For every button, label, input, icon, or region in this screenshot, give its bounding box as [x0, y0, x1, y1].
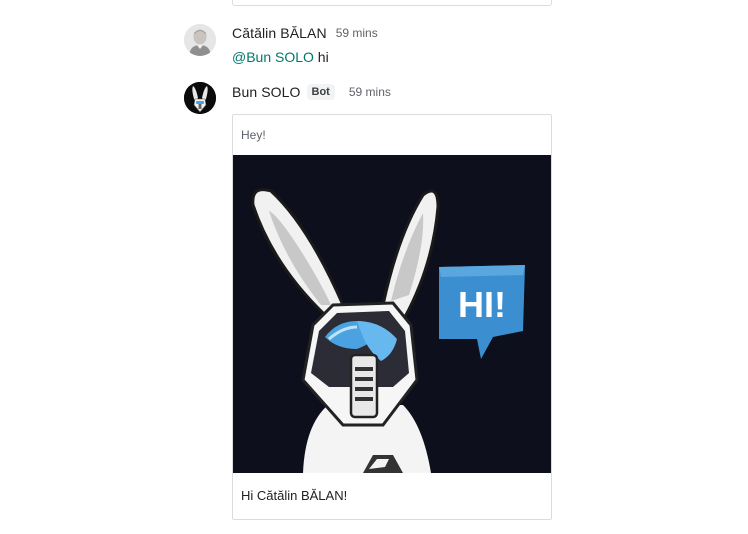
- message-header: Cătălin BĂLAN 59 mins: [232, 24, 378, 42]
- user-avatar-image: [184, 24, 216, 56]
- message-header: Bun SOLO Bot 59 mins: [232, 82, 391, 102]
- previous-card-edge: [232, 0, 552, 6]
- bot-card: Hey! HI! Hi Cătălin BĂLAN!: [232, 114, 552, 520]
- message-timestamp: 59 mins: [335, 26, 378, 40]
- bot-badge: Bot: [306, 84, 335, 100]
- robot-bunny-hi-image: HI!: [233, 155, 551, 473]
- bot-avatar[interactable]: [184, 82, 216, 114]
- speech-bubble-text: HI!: [458, 284, 506, 325]
- user-avatar[interactable]: [184, 24, 216, 56]
- user-mention[interactable]: @Bun SOLO: [232, 49, 314, 65]
- card-image[interactable]: HI!: [233, 155, 551, 473]
- robot-bunny-icon: [184, 82, 216, 114]
- chat-thread: Cătălin BĂLAN 59 mins @Bun SOLO hi Bun S…: [0, 0, 748, 534]
- sender-name[interactable]: Cătălin BĂLAN: [232, 25, 327, 41]
- card-header: Hey!: [241, 128, 266, 142]
- message-timestamp: 59 mins: [348, 85, 391, 99]
- message-text: @Bun SOLO hi: [232, 49, 329, 65]
- card-footer: Hi Cătălin BĂLAN!: [241, 488, 348, 503]
- sender-name[interactable]: Bun SOLO: [232, 84, 301, 100]
- message-text-content: hi: [313, 49, 329, 65]
